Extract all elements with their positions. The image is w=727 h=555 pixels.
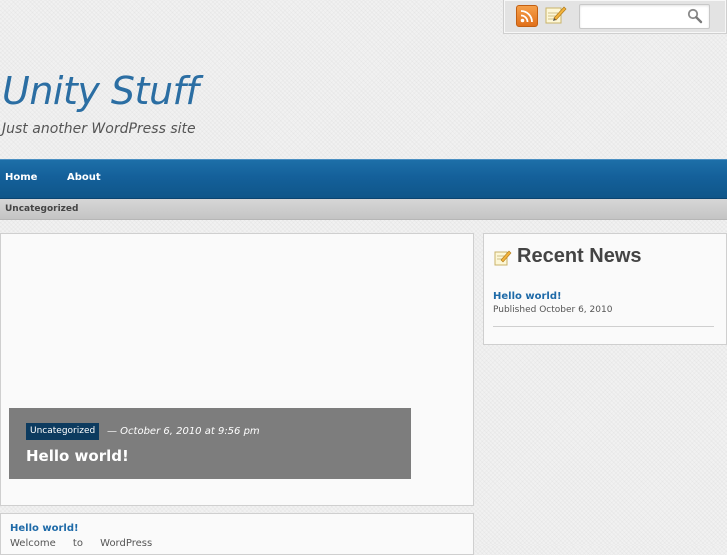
featured-post-title[interactable]: Hello world! (26, 447, 129, 465)
recent-news-widget: Recent News Hello world! Published Octob… (483, 233, 727, 345)
site-title[interactable]: Unity Stuff (2, 68, 199, 114)
recent-news-date: Published October 6, 2010 (493, 305, 613, 315)
featured-post: Uncategorized — October 6, 2010 at 9:56 … (0, 233, 474, 506)
note-icon (494, 249, 512, 271)
post-meta: — October 6, 2010 at 9:56 pm (107, 426, 260, 437)
rss-icon[interactable] (516, 5, 538, 27)
write-icon[interactable] (545, 5, 567, 25)
search-input[interactable] (579, 4, 710, 29)
site-tagline: Just another WordPress site (2, 121, 196, 137)
post-excerpt: Hello world! Welcome to WordPress (0, 513, 474, 555)
nav-item-about[interactable]: About (67, 172, 101, 183)
category-bar: Uncategorized (0, 199, 727, 220)
featured-caption: Uncategorized — October 6, 2010 at 9:56 … (9, 408, 411, 479)
excerpt-title[interactable]: Hello world! (10, 523, 79, 534)
widget-title: Recent News (517, 245, 642, 267)
excerpt-text: Welcome to WordPress (10, 538, 153, 549)
main-nav: Home About (0, 159, 727, 199)
category-badge[interactable]: Uncategorized (26, 423, 100, 440)
divider (493, 326, 714, 327)
search-icon[interactable] (687, 8, 703, 28)
category-bar-item-uncategorized[interactable]: Uncategorized (5, 204, 78, 214)
top-toolbar (503, 0, 727, 34)
nav-item-home[interactable]: Home (5, 172, 37, 183)
recent-news-link[interactable]: Hello world! (493, 291, 562, 302)
